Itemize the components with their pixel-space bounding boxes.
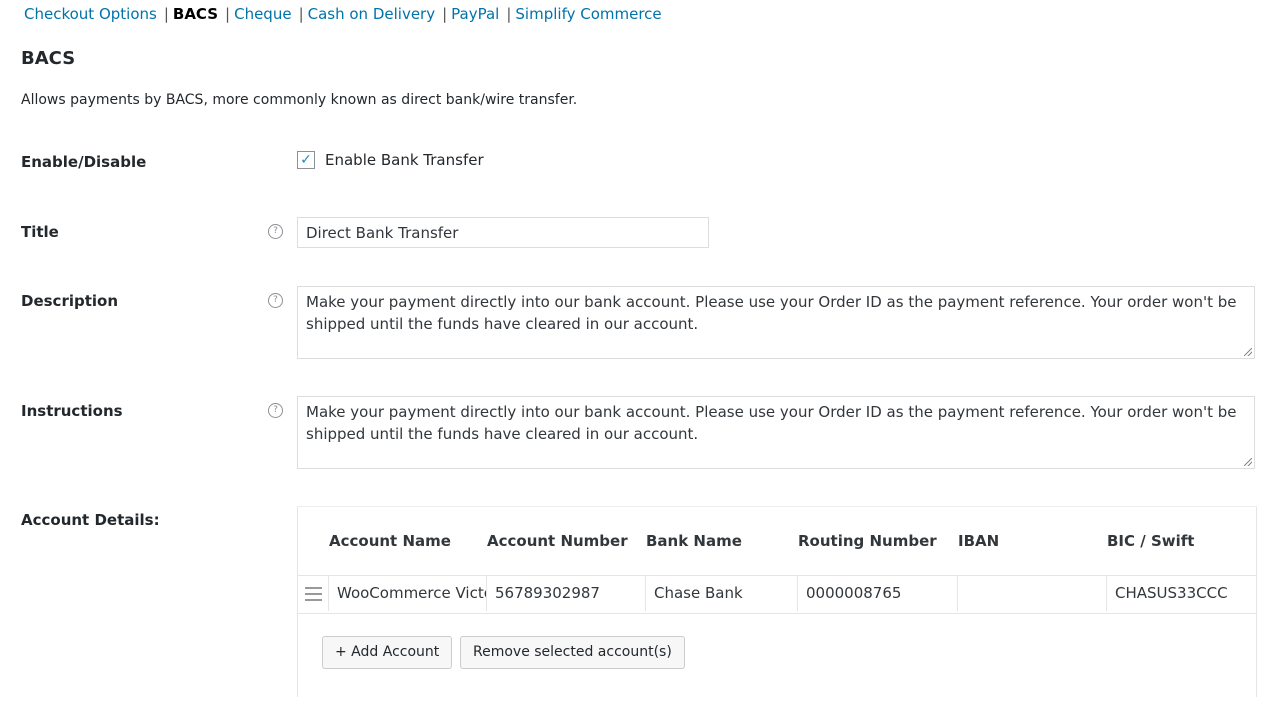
instructions-label: Instructions <box>21 402 123 420</box>
nav-bacs-current: BACS <box>172 5 219 23</box>
nav-checkout-options[interactable]: Checkout Options <box>24 5 157 23</box>
description-text: Make your payment directly into our bank… <box>306 293 1237 333</box>
page-description: Allows payments by BACS, more commonly k… <box>21 92 578 108</box>
nav-separator: | <box>506 5 512 23</box>
description-textarea[interactable]: Make your payment directly into our bank… <box>297 286 1255 359</box>
account-details-label: Account Details: <box>21 511 160 529</box>
header-account-number: Account Number <box>487 532 628 550</box>
checkmark-icon: ✓ <box>300 152 312 168</box>
title-label: Title <box>21 223 59 241</box>
routing-number-field[interactable]: 0000008765 <box>798 576 958 611</box>
bank-name-field[interactable]: Chase Bank <box>646 576 798 611</box>
bic-swift-field[interactable]: CHASUS33CCC <box>1107 576 1256 611</box>
nav-cheque[interactable]: Cheque <box>234 5 291 23</box>
table-row[interactable]: WooCommerce Victor 56789302987 Chase Ban… <box>298 575 1256 614</box>
resize-grip-icon[interactable] <box>1244 348 1252 356</box>
question-circle-icon[interactable]: ? <box>268 293 283 308</box>
header-account-name: Account Name <box>329 532 451 550</box>
header-bank-name: Bank Name <box>646 532 742 550</box>
enable-bank-transfer-checkbox[interactable]: ✓ <box>297 151 315 169</box>
nav-simplify-commerce[interactable]: Simplify Commerce <box>515 5 661 23</box>
add-account-button[interactable]: + Add Account <box>322 636 453 669</box>
nav-cash-on-delivery[interactable]: Cash on Delivery <box>308 5 435 23</box>
nav-separator: | <box>298 5 304 23</box>
header-bic-swift: BIC / Swift <box>1107 532 1195 550</box>
remove-accounts-button[interactable]: Remove selected account(s) <box>460 636 685 669</box>
question-circle-icon[interactable]: ? <box>268 403 283 418</box>
instructions-text: Make your payment directly into our bank… <box>306 403 1237 443</box>
enable-disable-label: Enable/Disable <box>21 153 147 171</box>
account-number-field[interactable]: 56789302987 <box>487 576 646 611</box>
drag-cell[interactable] <box>298 576 329 611</box>
title-input[interactable]: Direct Bank Transfer <box>297 217 709 248</box>
payment-gateway-nav: Checkout Options | BACS | Cheque | Cash on Del… <box>24 5 662 23</box>
nav-separator: | <box>163 5 169 23</box>
nav-separator: | <box>225 5 231 23</box>
instructions-textarea[interactable]: Make your payment directly into our bank… <box>297 396 1255 469</box>
question-circle-icon[interactable]: ? <box>268 224 283 239</box>
drag-handle-icon[interactable] <box>305 587 322 601</box>
iban-field[interactable] <box>958 576 1107 611</box>
nav-paypal[interactable]: PayPal <box>451 5 499 23</box>
description-label: Description <box>21 292 119 310</box>
accounts-table: Account Name Account Number Bank Name Ro… <box>297 506 1257 697</box>
account-name-field[interactable]: WooCommerce Victor <box>329 576 487 611</box>
header-iban: IBAN <box>958 532 1000 550</box>
enable-bank-transfer-option[interactable]: ✓ Enable Bank Transfer <box>297 151 484 169</box>
header-routing-number: Routing Number <box>798 532 937 550</box>
nav-separator: | <box>442 5 448 23</box>
page-title: BACS <box>21 48 76 69</box>
resize-grip-icon[interactable] <box>1244 458 1252 466</box>
enable-bank-transfer-label: Enable Bank Transfer <box>325 151 484 169</box>
